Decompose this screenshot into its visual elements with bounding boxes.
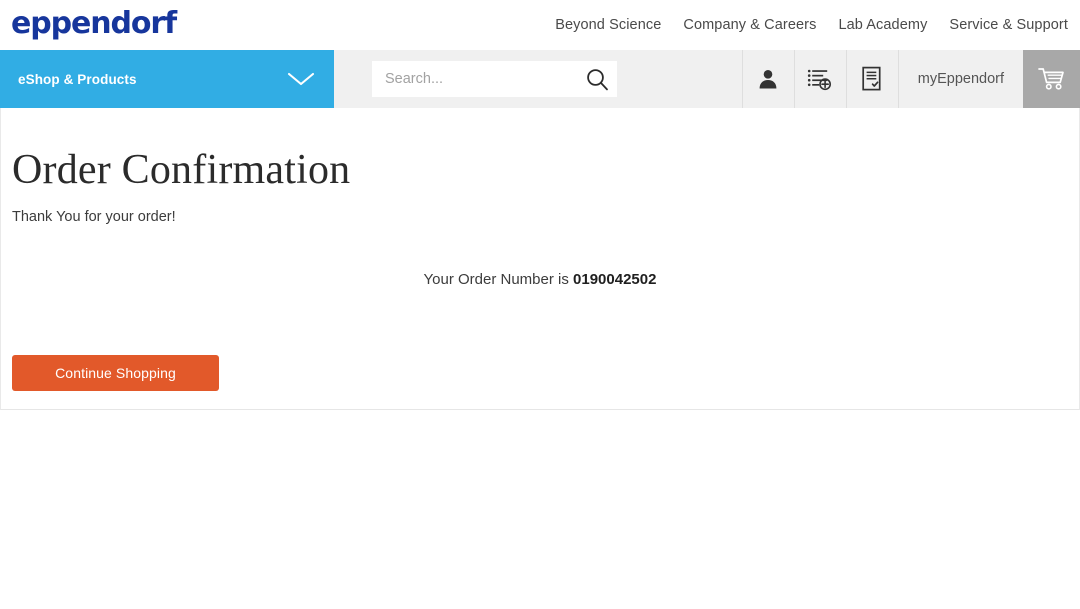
eppendorf-logo[interactable]: eppendorf xyxy=(11,5,177,43)
eshop-products-label: eShop & Products xyxy=(18,71,137,87)
nav-item-company-careers[interactable]: Company & Careers xyxy=(683,17,816,33)
search-icon xyxy=(587,68,608,90)
header-icon-cluster: myEppendorf xyxy=(741,50,1080,108)
order-number-prefix: Your Order Number is xyxy=(423,271,574,288)
nav-item-service-support[interactable]: Service & Support xyxy=(949,17,1068,33)
continue-shopping-button[interactable]: Continue Shopping xyxy=(12,355,219,391)
user-account-icon xyxy=(759,70,777,89)
thank-you-message: Thank You for your order! xyxy=(12,209,176,225)
eshop-products-dropdown[interactable]: eShop & Products xyxy=(0,50,334,108)
add-to-list-icon xyxy=(808,69,832,91)
shopping-cart-icon xyxy=(1037,68,1064,90)
order-number-line: Your Order Number is 0190042502 xyxy=(1,225,1079,288)
order-document-icon xyxy=(862,66,881,91)
search-box xyxy=(372,61,617,97)
my-eppendorf-button[interactable]: myEppendorf xyxy=(897,50,1023,108)
page-title: Order Confirmation xyxy=(12,147,351,193)
content-panel: Order Confirmation Thank You for your or… xyxy=(0,108,1080,410)
page-background xyxy=(0,410,1080,608)
account-button[interactable] xyxy=(741,50,794,108)
order-number-value: 0190042502 xyxy=(573,271,657,288)
top-header: eppendorf Beyond Science Company & Caree… xyxy=(0,0,1080,50)
top-navigation: Beyond Science Company & Careers Lab Aca… xyxy=(555,0,1068,50)
my-eppendorf-label: myEppendorf xyxy=(917,71,1004,87)
nav-item-lab-academy[interactable]: Lab Academy xyxy=(838,17,927,33)
chevron-down-icon xyxy=(287,72,315,86)
quick-order-list-button[interactable] xyxy=(793,50,846,108)
secondary-bar: eShop & Products Search... myEppendorf xyxy=(0,50,1080,108)
search-submit-button[interactable] xyxy=(578,61,617,97)
shopping-cart-button[interactable] xyxy=(1023,50,1080,108)
search-input[interactable] xyxy=(372,62,578,96)
nav-item-beyond-science[interactable]: Beyond Science xyxy=(555,17,661,33)
orders-button[interactable] xyxy=(845,50,898,108)
